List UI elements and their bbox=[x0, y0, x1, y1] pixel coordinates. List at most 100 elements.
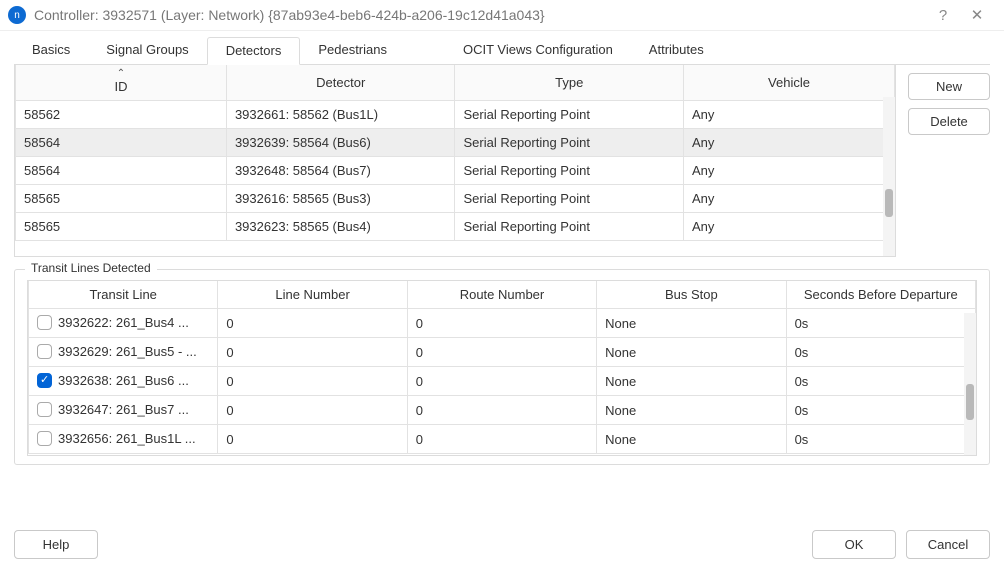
col-bus-stop[interactable]: Bus Stop bbox=[597, 281, 786, 309]
table-header-row: Transit Line Line Number Route Number Bu… bbox=[29, 281, 976, 309]
sort-caret-icon: ⌃ bbox=[24, 71, 218, 77]
transit-line-label: 3932647: 261_Bus7 ... bbox=[58, 402, 189, 417]
cell-id: 58562 bbox=[16, 101, 227, 129]
close-icon[interactable]: ✕ bbox=[960, 6, 994, 24]
transit-table[interactable]: Transit Line Line Number Route Number Bu… bbox=[28, 281, 976, 454]
content: Basics Signal Groups Detectors Pedestria… bbox=[0, 31, 1004, 522]
window-title: Controller: 3932571 (Layer: Network) {87… bbox=[34, 7, 545, 23]
titlebar: n Controller: 3932571 (Layer: Network) {… bbox=[0, 0, 1004, 31]
cell-id: 58565 bbox=[16, 213, 227, 241]
cell-vehicle: Any bbox=[684, 185, 895, 213]
cell-seconds-before: 0s bbox=[786, 367, 975, 396]
tab-bar: Basics Signal Groups Detectors Pedestria… bbox=[14, 37, 990, 65]
help-button[interactable]: Help bbox=[14, 530, 98, 559]
cell-vehicle: Any bbox=[684, 213, 895, 241]
checkbox[interactable] bbox=[37, 373, 52, 388]
cell-bus-stop: None bbox=[597, 396, 786, 425]
detectors-table-container: ⌃ID Detector Type Vehicle 585623932661: … bbox=[14, 65, 896, 257]
table-row[interactable]: 585623932661: 58562 (Bus1L)Serial Report… bbox=[16, 101, 895, 129]
col-transit-line[interactable]: Transit Line bbox=[29, 281, 218, 309]
table-row[interactable]: 3932647: 261_Bus7 ...00None0s bbox=[29, 396, 976, 425]
spacer bbox=[108, 530, 802, 559]
cell-transit-line: 3932656: 261_Bus1L ... bbox=[29, 425, 218, 454]
cell-route-number: 0 bbox=[407, 338, 596, 367]
checkbox[interactable] bbox=[37, 315, 52, 330]
cell-detector: 3932616: 58565 (Bus3) bbox=[226, 185, 455, 213]
table-row[interactable]: 585653932623: 58565 (Bus4)Serial Reporti… bbox=[16, 213, 895, 241]
cell-type: Serial Reporting Point bbox=[455, 213, 684, 241]
cell-id: 58564 bbox=[16, 157, 227, 185]
col-vehicle[interactable]: Vehicle bbox=[684, 65, 895, 101]
cell-detector: 3932639: 58564 (Bus6) bbox=[226, 129, 455, 157]
col-type[interactable]: Type bbox=[455, 65, 684, 101]
cell-detector: 3932623: 58565 (Bus4) bbox=[226, 213, 455, 241]
tab-basics[interactable]: Basics bbox=[14, 37, 88, 64]
table-row[interactable]: 585653932616: 58565 (Bus3)Serial Reporti… bbox=[16, 185, 895, 213]
col-id[interactable]: ⌃ID bbox=[16, 65, 227, 101]
cancel-button[interactable]: Cancel bbox=[906, 530, 990, 559]
delete-button[interactable]: Delete bbox=[908, 108, 990, 135]
detectors-scrollbar[interactable] bbox=[883, 97, 895, 256]
scrollbar-thumb[interactable] bbox=[885, 189, 893, 217]
tab-ocit-views[interactable]: OCIT Views Configuration bbox=[445, 37, 631, 64]
col-detector[interactable]: Detector bbox=[226, 65, 455, 101]
col-seconds-before[interactable]: Seconds Before Departure bbox=[786, 281, 975, 309]
checkbox[interactable] bbox=[37, 344, 52, 359]
table-row[interactable]: 585643932648: 58564 (Bus7)Serial Reporti… bbox=[16, 157, 895, 185]
detectors-area: ⌃ID Detector Type Vehicle 585623932661: … bbox=[14, 65, 990, 257]
cell-transit-line: 3932629: 261_Bus5 - ... bbox=[29, 338, 218, 367]
detectors-table[interactable]: ⌃ID Detector Type Vehicle 585623932661: … bbox=[15, 65, 895, 241]
cell-line-number: 0 bbox=[218, 338, 407, 367]
scrollbar-thumb[interactable] bbox=[966, 384, 974, 420]
side-buttons: New Delete bbox=[908, 65, 990, 257]
transit-line-label: 3932629: 261_Bus5 - ... bbox=[58, 344, 197, 359]
transit-line-label: 3932622: 261_Bus4 ... bbox=[58, 315, 189, 330]
tab-signal-groups[interactable]: Signal Groups bbox=[88, 37, 206, 64]
tab-detectors[interactable]: Detectors bbox=[207, 37, 301, 65]
checkbox[interactable] bbox=[37, 431, 52, 446]
cell-transit-line: 3932647: 261_Bus7 ... bbox=[29, 396, 218, 425]
transit-line-label: 3932656: 261_Bus1L ... bbox=[58, 431, 196, 446]
help-icon[interactable]: ? bbox=[926, 7, 960, 24]
cell-route-number: 0 bbox=[407, 396, 596, 425]
cell-vehicle: Any bbox=[684, 157, 895, 185]
cell-bus-stop: None bbox=[597, 367, 786, 396]
app-icon: n bbox=[8, 6, 26, 24]
table-row[interactable]: 3932638: 261_Bus6 ...00None0s bbox=[29, 367, 976, 396]
checkbox[interactable] bbox=[37, 402, 52, 417]
table-row[interactable]: 3932656: 261_Bus1L ...00None0s bbox=[29, 425, 976, 454]
table-row[interactable]: 3932622: 261_Bus4 ...00None0s bbox=[29, 309, 976, 338]
transit-scrollbar[interactable] bbox=[964, 313, 976, 455]
cell-transit-line: 3932622: 261_Bus4 ... bbox=[29, 309, 218, 338]
cell-bus-stop: None bbox=[597, 338, 786, 367]
col-line-number[interactable]: Line Number bbox=[218, 281, 407, 309]
cell-line-number: 0 bbox=[218, 367, 407, 396]
col-route-number[interactable]: Route Number bbox=[407, 281, 596, 309]
tab-pedestrians[interactable]: Pedestrians bbox=[300, 37, 405, 64]
tab-attributes[interactable]: Attributes bbox=[631, 37, 722, 64]
cell-vehicle: Any bbox=[684, 101, 895, 129]
cell-route-number: 0 bbox=[407, 367, 596, 396]
cell-seconds-before: 0s bbox=[786, 338, 975, 367]
cell-id: 58565 bbox=[16, 185, 227, 213]
transit-table-container: Transit Line Line Number Route Number Bu… bbox=[27, 280, 977, 456]
cell-vehicle: Any bbox=[684, 129, 895, 157]
table-row[interactable]: 3932629: 261_Bus5 - ...00None0s bbox=[29, 338, 976, 367]
table-header-row: ⌃ID Detector Type Vehicle bbox=[16, 65, 895, 101]
cell-bus-stop: None bbox=[597, 425, 786, 454]
cell-type: Serial Reporting Point bbox=[455, 129, 684, 157]
cell-type: Serial Reporting Point bbox=[455, 185, 684, 213]
new-button[interactable]: New bbox=[908, 73, 990, 100]
transit-groupbox: Transit Lines Detected Transit Line Line… bbox=[14, 269, 990, 465]
cell-line-number: 0 bbox=[218, 425, 407, 454]
cell-type: Serial Reporting Point bbox=[455, 101, 684, 129]
cell-line-number: 0 bbox=[218, 396, 407, 425]
cell-id: 58564 bbox=[16, 129, 227, 157]
cell-line-number: 0 bbox=[218, 309, 407, 338]
table-row[interactable]: 585643932639: 58564 (Bus6)Serial Reporti… bbox=[16, 129, 895, 157]
cell-seconds-before: 0s bbox=[786, 396, 975, 425]
dialog-footer: Help OK Cancel bbox=[0, 522, 1004, 571]
cell-transit-line: 3932638: 261_Bus6 ... bbox=[29, 367, 218, 396]
ok-button[interactable]: OK bbox=[812, 530, 896, 559]
cell-type: Serial Reporting Point bbox=[455, 157, 684, 185]
